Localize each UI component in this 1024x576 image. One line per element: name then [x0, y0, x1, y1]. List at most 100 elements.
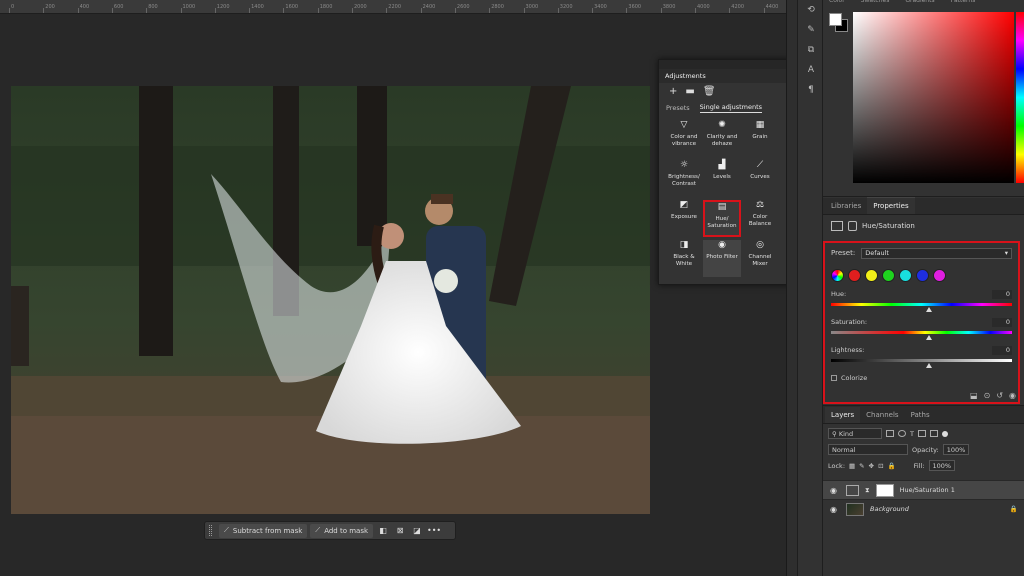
clone-source-icon[interactable]: ⧉ [798, 40, 824, 60]
add-icon[interactable]: + [669, 86, 677, 97]
add-to-mask-button[interactable]: ⟋ Add to mask [310, 523, 374, 538]
adjustment-levels[interactable]: ▟ Levels [703, 160, 741, 197]
opacity-input[interactable]: 100% [942, 444, 969, 455]
tab-color[interactable]: Color [829, 0, 845, 6]
lock-position-icon[interactable]: ✥ [869, 462, 874, 470]
colorize-option: Colorize [831, 374, 1012, 382]
layer-mask-thumbnail[interactable] [875, 483, 894, 497]
adjustment-photo-filter[interactable]: ◉ Photo Filter [703, 240, 741, 277]
reset-icon[interactable]: ↺ [996, 391, 1003, 400]
color-picker-field[interactable] [853, 12, 1014, 183]
mask-options-icon[interactable]: ◪ [410, 524, 424, 538]
adjustment-color-balance[interactable]: ⚖ Color Balance [741, 200, 779, 237]
hue-value-input[interactable]: 0 [992, 290, 1012, 299]
hue-label: Hue: [831, 290, 847, 298]
master-channel-dot[interactable] [831, 268, 844, 282]
tab-swatches[interactable]: Swatches [861, 0, 890, 6]
adjustment-channel-mixer[interactable]: ◎ Channel Mixer [741, 240, 779, 277]
paragraph-icon[interactable]: ¶ [798, 80, 824, 100]
tab-patterns[interactable]: Patterns [951, 0, 976, 6]
adjustment-curves[interactable]: ⟋ Curves [741, 160, 779, 197]
smart-object-filter-icon[interactable] [929, 430, 938, 437]
invert-mask-icon[interactable]: ◧ [376, 524, 390, 538]
character-icon[interactable]: A [798, 60, 824, 80]
adjustment-grain[interactable]: ▦ Grain [741, 120, 779, 157]
type-filter-icon[interactable]: T [910, 430, 914, 438]
shape-filter-icon[interactable] [917, 430, 926, 437]
filter-toggle-icon[interactable] [941, 430, 948, 437]
ruler-tick-label: 400 [79, 4, 90, 10]
tab-channels[interactable]: Channels [860, 411, 904, 423]
visibility-eye-icon[interactable]: ◉ [830, 505, 840, 514]
ruler-tick-mark [695, 8, 696, 13]
brush-settings-icon[interactable]: ✎ [798, 20, 824, 40]
preset-dropdown[interactable]: Default ▾ [861, 247, 1012, 259]
tab-gradients[interactable]: Gradients [905, 0, 934, 6]
tab-layers[interactable]: Layers [825, 407, 861, 423]
tab-single-adjustments[interactable]: Single adjustments [699, 103, 763, 113]
clip-to-layer-icon[interactable]: ⬓ [970, 391, 978, 400]
adjustment-brightness-contrast[interactable]: ☼ Brightness/ Contrast [665, 160, 703, 197]
lightness-slider-knob[interactable] [926, 363, 932, 368]
adjustment-exposure[interactable]: ◩ Exposure [665, 200, 703, 237]
ruler-tick-label: 1400 [251, 4, 264, 10]
brush-plus-icon: ⟋ [315, 526, 321, 534]
lightness-slider[interactable] [831, 359, 1012, 368]
chain-link-icon[interactable]: ⧗ [865, 486, 870, 495]
adjustment-black-and-white[interactable]: ◨ Black & White [665, 240, 703, 277]
layer-row-background[interactable]: ◉ Background 🔒 [823, 499, 1024, 518]
tab-presets[interactable]: Presets [666, 104, 690, 112]
folder-icon[interactable]: ▬ [685, 86, 694, 97]
mask-overlay-icon[interactable]: ⊠ [393, 524, 407, 538]
tab-properties[interactable]: Properties [867, 197, 915, 214]
ruler-tick-label: 3200 [559, 4, 573, 10]
tab-paths[interactable]: Paths [905, 411, 936, 423]
toolbar-grip-handle[interactable] [209, 525, 212, 536]
mask-icon[interactable] [848, 221, 857, 231]
layer-row-hue-saturation[interactable]: ◉ ⧗ Hue/Saturation 1 [823, 480, 1024, 499]
saturation-slider-knob[interactable] [926, 335, 932, 340]
adjustment-filter-icon[interactable] [898, 430, 906, 437]
hue-slider-knob[interactable] [926, 307, 932, 312]
adjustment-hue-saturation[interactable]: ▤ Hue/ Saturation [703, 200, 741, 237]
cyan-channel-dot[interactable] [899, 268, 912, 282]
hue-slider[interactable] [831, 303, 1012, 312]
blend-opacity-row: Normal Opacity: 100% [823, 443, 1024, 456]
red-channel-dot[interactable] [848, 268, 861, 282]
fill-input[interactable]: 100% [928, 460, 955, 471]
layer-name[interactable]: Background [870, 505, 909, 513]
lock-transparency-icon[interactable]: ▦ [849, 462, 855, 470]
adjustment-clarity-and-dehaze[interactable]: ✺ Clarity and dehaze [703, 120, 741, 157]
magenta-channel-dot[interactable] [933, 268, 946, 282]
view-previous-icon[interactable]: ⊙ [984, 391, 991, 400]
visibility-eye-icon[interactable]: ◉ [1009, 391, 1016, 400]
saturation-slider[interactable] [831, 331, 1012, 340]
trash-icon[interactable]: 🗑 [703, 86, 716, 97]
more-options-icon[interactable]: ••• [427, 524, 441, 538]
subtract-from-mask-button[interactable]: ⟋ Subtract from mask [219, 523, 308, 538]
blend-mode-dropdown[interactable]: Normal [828, 444, 908, 455]
saturation-value-input[interactable]: 0 [992, 318, 1012, 327]
layer-name[interactable]: Hue/Saturation 1 [900, 486, 955, 494]
ruler-tick-mark [43, 8, 45, 13]
tab-libraries[interactable]: Libraries [825, 202, 867, 214]
properties-tabs: Libraries Properties [823, 197, 1024, 215]
green-channel-dot[interactable] [882, 268, 895, 282]
colorize-checkbox[interactable] [831, 375, 837, 381]
lock-all-icon[interactable]: 🔒 [888, 462, 896, 470]
kind-filter-dropdown[interactable]: ⚲ Kind [828, 428, 882, 439]
ruler-tick-mark [111, 8, 113, 13]
yellow-channel-dot[interactable] [865, 268, 878, 282]
adjustment-color-and-vibrance[interactable]: ▽ Color and vibrance [665, 120, 703, 157]
adjustment-layer-icon[interactable] [831, 221, 843, 231]
wedding-photo[interactable] [11, 86, 650, 514]
history-icon[interactable]: ⟲ [798, 0, 824, 20]
visibility-eye-icon[interactable]: ◉ [830, 486, 840, 495]
lock-artboard-icon[interactable]: ⊡ [878, 462, 883, 470]
lightness-value-input[interactable]: 0 [992, 346, 1012, 355]
hue-slider-strip[interactable] [1016, 12, 1024, 183]
pixel-filter-icon[interactable] [886, 430, 894, 437]
foreground-color-swatch[interactable] [829, 13, 842, 26]
lock-pixels-icon[interactable]: ✎ [859, 462, 864, 470]
blue-channel-dot[interactable] [916, 268, 929, 282]
